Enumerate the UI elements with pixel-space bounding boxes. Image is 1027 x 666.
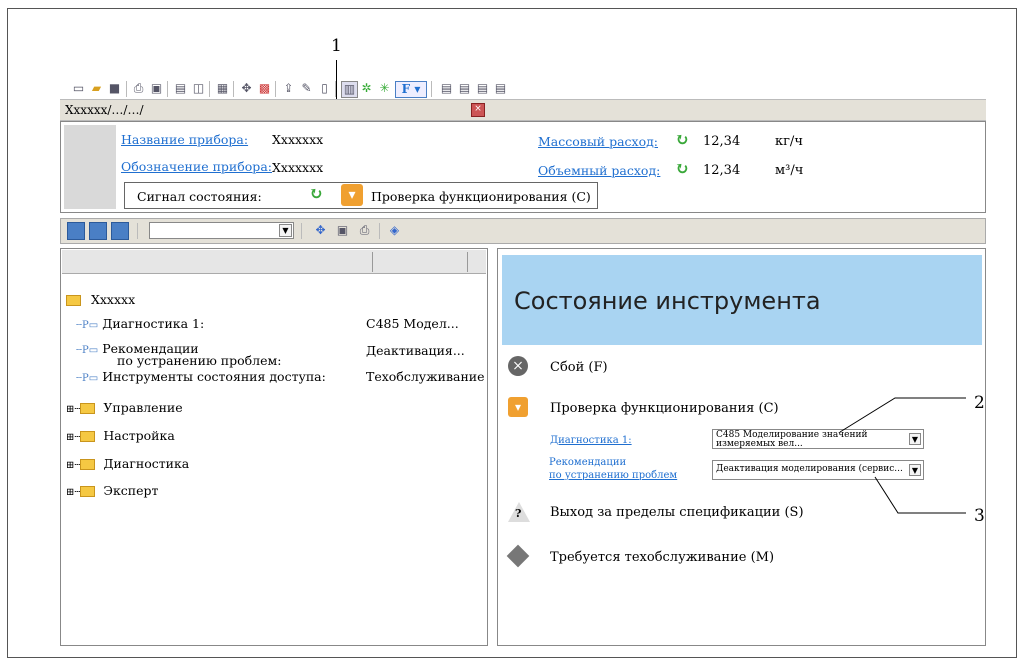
callout-3-leader [874, 476, 966, 514]
callout-2-leader [839, 397, 966, 433]
callout-leaders [839, 397, 966, 514]
